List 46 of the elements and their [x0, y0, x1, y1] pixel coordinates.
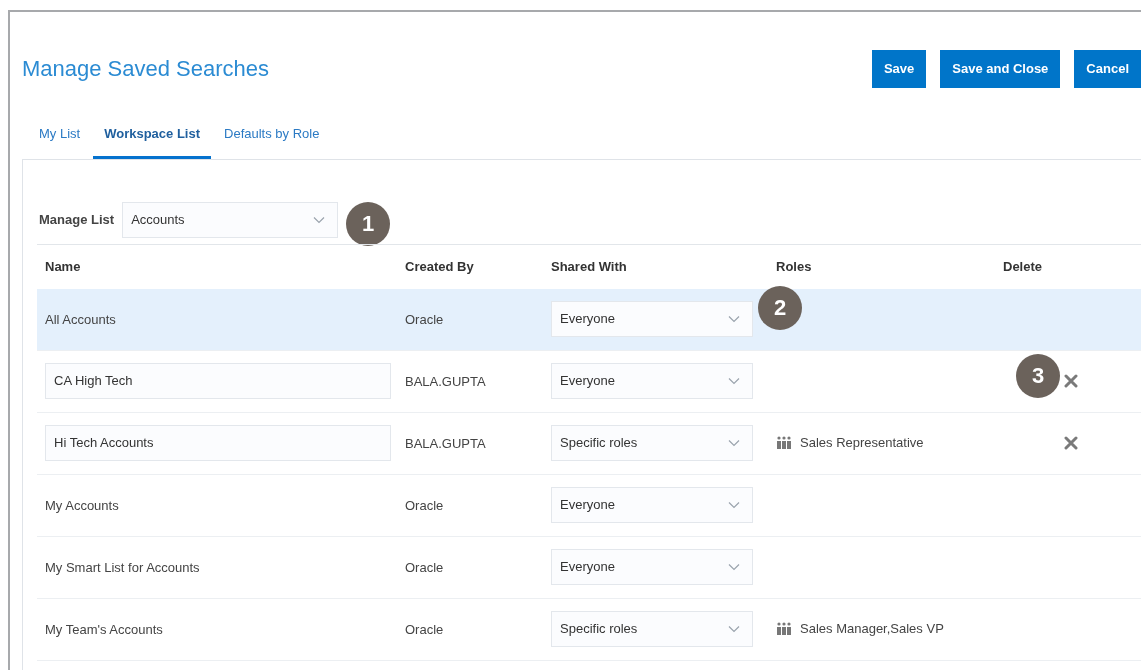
table-cell: BALA.GUPTA [405, 374, 486, 389]
delete-icon[interactable] [1064, 436, 1078, 450]
tab[interactable]: My List [28, 124, 92, 159]
table-cell: BALA.GUPTA [405, 436, 486, 451]
table-cell-text: Sales Manager,Sales VP [800, 620, 944, 639]
action-button[interactable]: Save [871, 50, 927, 88]
table-cell: All Accounts [45, 312, 116, 327]
table-cell: My Smart List for Accounts [45, 560, 200, 575]
tab[interactable]: Workspace List [93, 124, 212, 159]
dropdown[interactable]: Everyone [551, 301, 753, 337]
action-button[interactable]: Cancel [1074, 50, 1141, 88]
table-cell: Oracle [405, 622, 444, 637]
dropdown[interactable]: Everyone [551, 363, 753, 399]
column-header: Roles [776, 257, 813, 276]
people-icon [776, 622, 792, 636]
dropdown[interactable]: Specific roles [551, 425, 753, 461]
people-icon [776, 436, 792, 450]
chevron-down-icon [728, 501, 740, 509]
column-header: Created By [405, 257, 475, 276]
action-button[interactable]: Save and Close [940, 50, 1061, 88]
name-field[interactable]: Hi Tech Accounts [45, 425, 391, 461]
dropdown[interactable]: Specific roles [551, 611, 753, 647]
callout-number: 1 [346, 201, 391, 246]
column-header: Shared With [551, 257, 628, 276]
dropdown[interactable]: Everyone [551, 487, 753, 523]
dropdown[interactable]: Everyone [551, 549, 753, 585]
delete-icon[interactable] [1064, 374, 1078, 388]
name-field[interactable]: CA High Tech [45, 363, 391, 399]
chevron-down-icon [728, 563, 740, 571]
chevron-down-icon [728, 315, 740, 323]
field-label: Manage List [39, 210, 115, 229]
table-cell: Oracle [405, 560, 444, 575]
table-cell: My Team's Accounts [45, 622, 163, 637]
table-cell-text: Sales Representative [800, 434, 924, 453]
table-cell: Oracle [405, 312, 444, 327]
chevron-down-icon [313, 215, 326, 224]
tab[interactable]: Defaults by Role [213, 124, 331, 159]
page-title: Manage Saved Searches [22, 55, 270, 83]
chevron-down-icon [728, 625, 740, 633]
dropdown[interactable]: Accounts [122, 201, 339, 238]
chevron-down-icon [728, 377, 740, 385]
column-header: Name [45, 257, 82, 276]
chevron-down-icon [728, 439, 740, 447]
table-cell: My Accounts [45, 498, 119, 513]
table-cell: Oracle [405, 498, 444, 513]
column-header: Delete [1003, 257, 1044, 276]
